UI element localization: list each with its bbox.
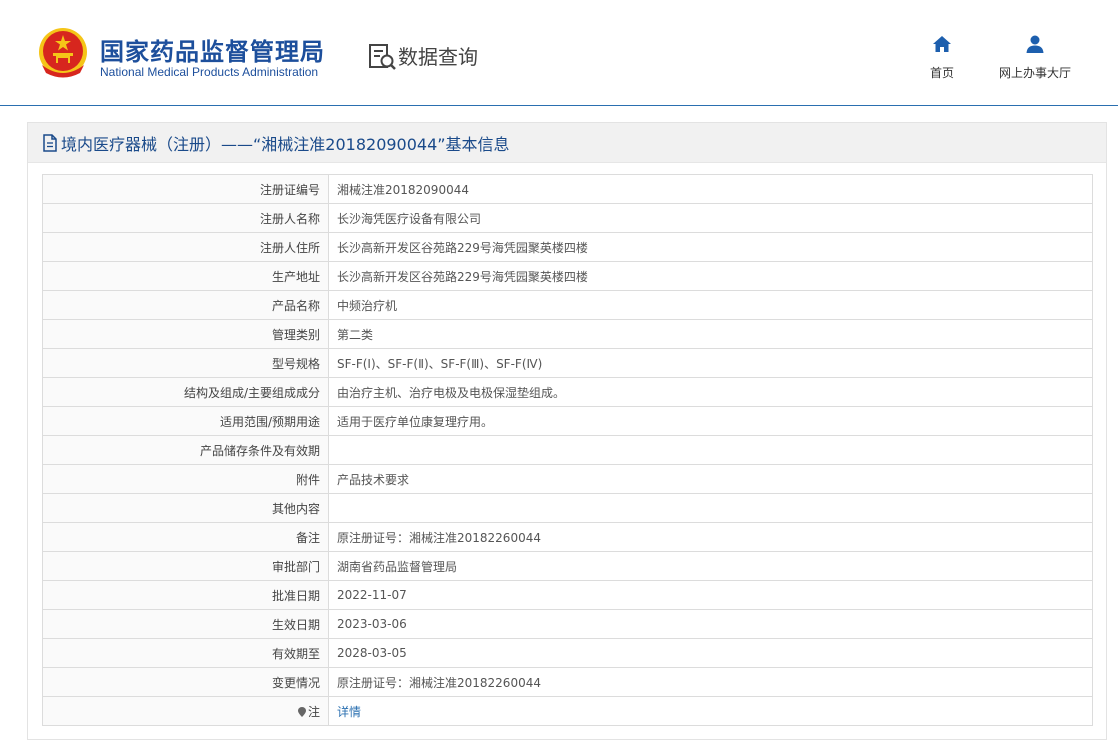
org-name-cn: 国家药品监督管理局	[100, 38, 325, 66]
field-label: 产品名称	[42, 290, 329, 320]
field-value: 产品技术要求	[328, 464, 1093, 494]
nav-hall-label: 网上办事大厅	[998, 66, 1071, 80]
table-row: 管理类别 第二类	[42, 319, 1093, 349]
field-value: 中频治疗机	[328, 290, 1093, 320]
field-label: 有效期至	[42, 638, 329, 668]
home-icon	[933, 36, 951, 52]
field-label: 型号规格	[42, 348, 329, 378]
field-value: 长沙海凭医疗设备有限公司	[328, 203, 1093, 233]
nav-home-label: 首页	[929, 66, 954, 80]
field-value: 2022-11-07	[328, 580, 1093, 610]
data-search-icon	[369, 44, 396, 70]
panel-header: 境内医疗器械（注册）——“湘械注准20182090044”基本信息	[28, 123, 1106, 163]
panel-title: 境内医疗器械（注册）——“湘械注准20182090044”基本信息	[61, 134, 510, 154]
document-icon	[43, 133, 57, 152]
nav-home[interactable]: 首页	[922, 34, 962, 81]
field-value: 原注册证号：湘械注准20182260044	[328, 667, 1093, 697]
field-value: 第二类	[328, 319, 1093, 349]
table-row: 注册人住所 长沙高新开发区谷苑路229号海凭园聚英楼四楼	[42, 232, 1093, 262]
field-label: 注册人名称	[42, 203, 329, 233]
field-label: 产品储存条件及有效期	[42, 435, 329, 465]
field-label: 其他内容	[42, 493, 329, 523]
table-row-note: 注 详情	[42, 696, 1093, 726]
table-row: 注册人名称 长沙海凭医疗设备有限公司	[42, 203, 1093, 233]
table-row: 备注 原注册证号：湘械注准20182260044	[42, 522, 1093, 552]
field-value: SF-F(Ⅰ)、SF-F(Ⅱ)、SF-F(Ⅲ)、SF-F(Ⅳ)	[328, 348, 1093, 378]
basic-info-panel: 境内医疗器械（注册）——“湘械注准20182090044”基本信息 注册证编号湘…	[27, 122, 1107, 740]
field-label: 审批部门	[42, 551, 329, 581]
data-query-title: 数据查询	[398, 45, 478, 69]
table-row: 结构及组成/主要组成成分 由治疗主机、治疗电极及电极保湿垫组成。	[42, 377, 1093, 407]
field-value	[328, 493, 1093, 523]
org-name-en: National Medical Products Administration	[100, 65, 319, 79]
field-label: 注	[42, 696, 329, 726]
field-value: 由治疗主机、治疗电极及电极保湿垫组成。	[328, 377, 1093, 407]
table-row: 适用范围/预期用途 适用于医疗单位康复理疗用。	[42, 406, 1093, 436]
table-row: 其他内容	[42, 493, 1093, 523]
field-value: 长沙高新开发区谷苑路229号海凭园聚英楼四楼	[328, 261, 1093, 291]
field-label: 结构及组成/主要组成成分	[42, 377, 329, 407]
pin-icon	[297, 706, 306, 717]
field-label: 生效日期	[42, 609, 329, 639]
table-row: 产品名称 中频治疗机	[42, 290, 1093, 320]
field-label: 管理类别	[42, 319, 329, 349]
national-emblem-icon	[39, 28, 87, 78]
field-label: 备注	[42, 522, 329, 552]
field-value: 湘械注准20182090044	[328, 174, 1093, 204]
field-label: 注册人住所	[42, 232, 329, 262]
device-info-table: 注册证编号 湘械注准20182090044 注册人名称 长沙海凭医疗设备有限公司 注册人…	[42, 174, 1093, 726]
details-link[interactable]: 详情	[337, 705, 361, 719]
table-row: 批准日期 2022-11-07	[42, 580, 1093, 610]
field-value: 详情	[328, 696, 1093, 726]
table-row: 审批部门 湖南省药品监督管理局	[42, 551, 1093, 581]
field-value: 2028-03-05	[328, 638, 1093, 668]
field-value	[328, 435, 1093, 465]
field-label: 生产地址	[42, 261, 329, 291]
device-info-table-body: 注册证编号 湘械注准20182090044 注册人名称 长沙海凭医疗设备有限公司 注册人…	[42, 174, 1093, 726]
field-label: 变更情况	[42, 667, 329, 697]
field-label: 附件	[42, 464, 329, 494]
site-header: 国家药品监督管理局 National Medical Products Admi…	[0, 0, 1118, 106]
field-label: 注册证编号	[42, 174, 329, 204]
field-value: 适用于医疗单位康复理疗用。	[328, 406, 1093, 436]
field-label: 适用范围/预期用途	[42, 406, 329, 436]
table-row: 附件 产品技术要求	[42, 464, 1093, 494]
user-icon	[1026, 35, 1044, 53]
table-row: 生产地址 长沙高新开发区谷苑路229号海凭园聚英楼四楼	[42, 261, 1093, 291]
field-value: 长沙高新开发区谷苑路229号海凭园聚英楼四楼	[328, 232, 1093, 262]
table-row: 变更情况 原注册证号：湘械注准20182260044	[42, 667, 1093, 697]
table-row: 有效期至 2028-03-05	[42, 638, 1093, 668]
table-row: 产品储存条件及有效期	[42, 435, 1093, 465]
table-row: 型号规格 SF-F(Ⅰ)、SF-F(Ⅱ)、SF-F(Ⅲ)、SF-F(Ⅳ)	[42, 348, 1093, 378]
field-value: 2023-03-06	[328, 609, 1093, 639]
table-row: 注册证编号 湘械注准20182090044	[42, 174, 1093, 204]
field-value: 原注册证号：湘械注准20182260044	[328, 522, 1093, 552]
table-row: 生效日期 2023-03-06	[42, 609, 1093, 639]
note-label: 注	[307, 704, 320, 719]
nav-online-service-hall[interactable]: 网上办事大厅	[990, 34, 1080, 81]
field-label: 批准日期	[42, 580, 329, 610]
field-value: 湖南省药品监督管理局	[328, 551, 1093, 581]
